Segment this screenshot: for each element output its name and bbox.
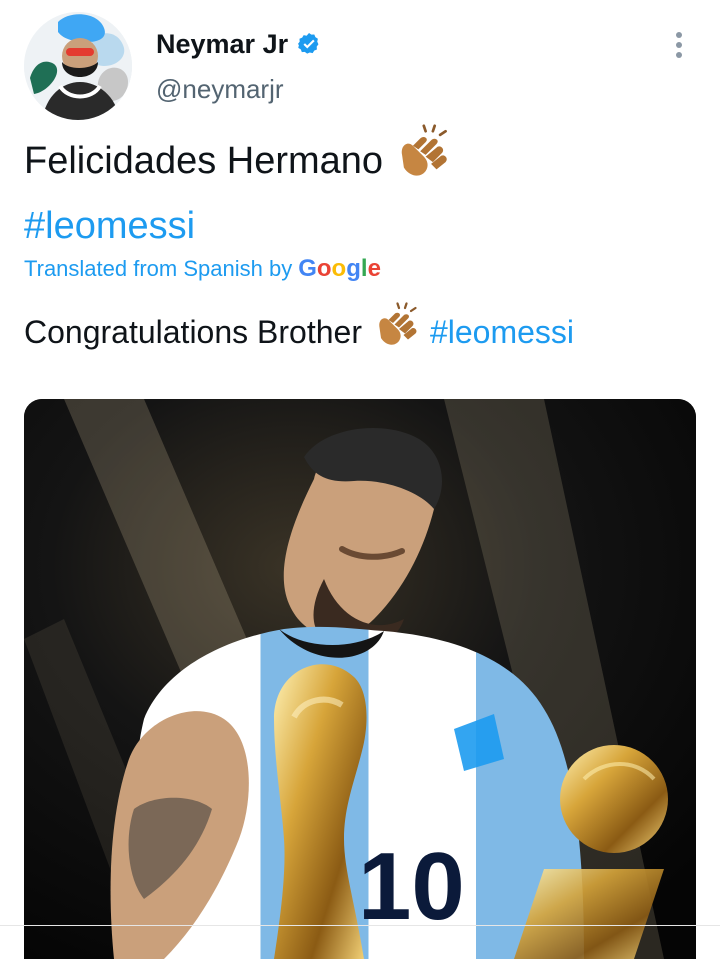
translation-text: Congratulations Brother #leomessi bbox=[24, 302, 574, 361]
author-handle[interactable]: @neymarjr bbox=[156, 74, 284, 104]
author-name-row[interactable]: Neymar Jr bbox=[156, 28, 322, 60]
translation-hashtag-link[interactable]: #leomessi bbox=[430, 310, 574, 354]
clapping-hands-icon bbox=[372, 302, 420, 361]
more-options-icon[interactable] bbox=[664, 28, 694, 62]
tweet-text-main: Felicidades Hermano bbox=[24, 140, 384, 182]
translated-from-text[interactable]: Translated from Spanish by bbox=[24, 252, 292, 286]
tweet-media-image[interactable]: 10 bbox=[24, 399, 696, 959]
author-name[interactable]: Neymar Jr bbox=[156, 28, 288, 60]
translation-main: Congratulations Brother bbox=[24, 313, 362, 350]
tweet-text: Felicidades Hermano #leomessi bbox=[24, 124, 451, 254]
google-logo: Google bbox=[298, 255, 381, 282]
verified-badge-icon bbox=[296, 31, 322, 57]
bottom-divider bbox=[0, 925, 720, 926]
svg-text:10: 10 bbox=[358, 833, 465, 940]
author-avatar[interactable] bbox=[24, 12, 132, 120]
clapping-hands-icon bbox=[393, 124, 451, 198]
translated-label[interactable]: Translated from Spanish by Google bbox=[24, 252, 381, 286]
hashtag-link[interactable]: #leomessi bbox=[24, 198, 451, 254]
